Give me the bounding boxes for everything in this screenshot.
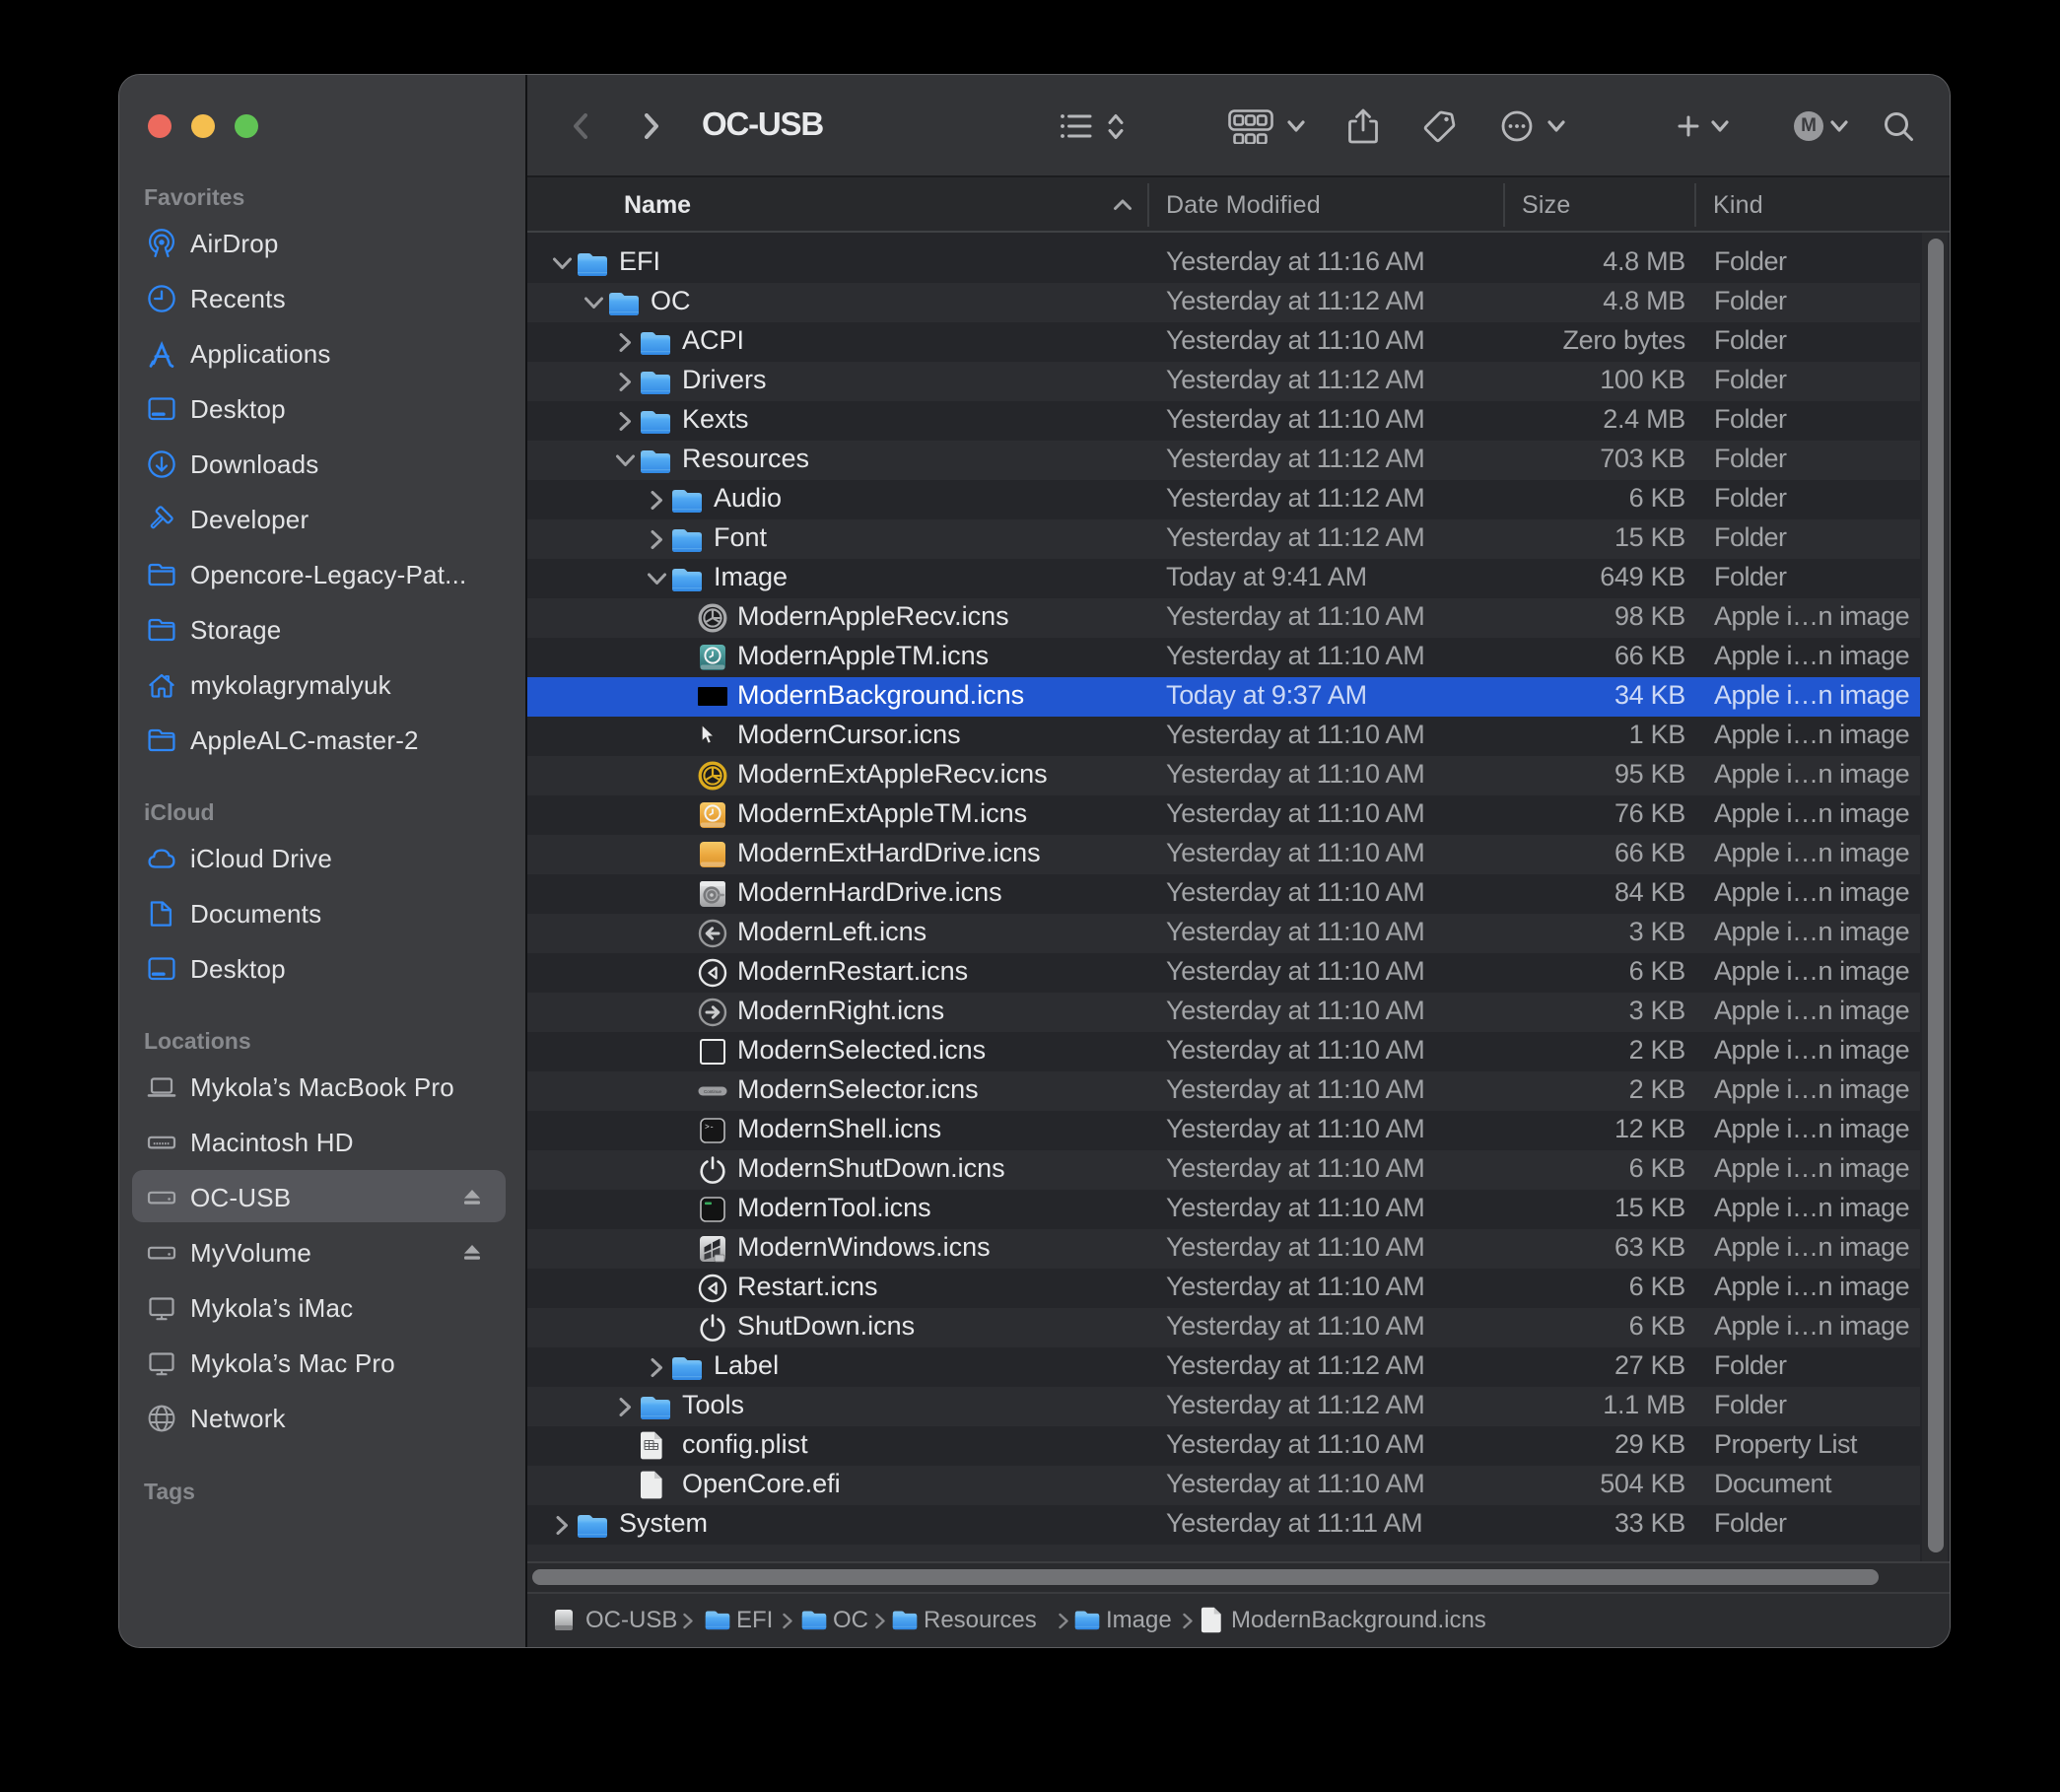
svg-text:Continue: Continue (704, 1089, 722, 1094)
svg-text:>-: >- (705, 1124, 715, 1133)
